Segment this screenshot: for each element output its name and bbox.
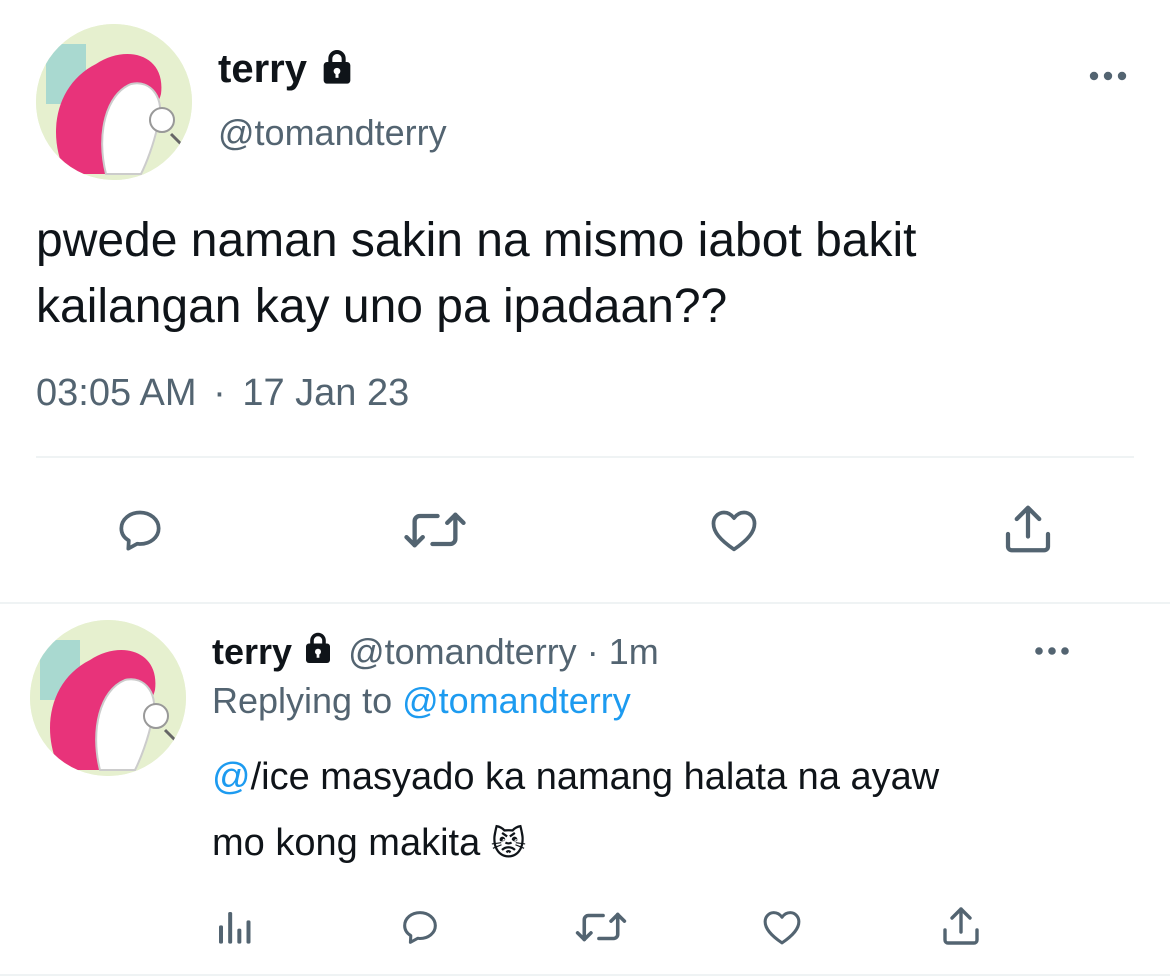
reply-button[interactable]: [108, 500, 172, 560]
lock-icon: [317, 47, 357, 92]
reply-text-line: @/ice masyado ka namang halata na ayaw: [212, 744, 939, 810]
reply-icon: [403, 911, 437, 944]
share-icon: [1005, 505, 1051, 553]
avatar[interactable]: [36, 24, 192, 180]
display-name[interactable]: terry: [212, 631, 292, 673]
bottom-divider: [0, 974, 1170, 976]
retweet-button[interactable]: [572, 904, 630, 950]
tweet-text-line: pwede naman sakin na mismo iabot bakit: [36, 214, 917, 267]
tweet-text-line: kailangan kay uno pa ipadaan??: [36, 280, 728, 333]
reply-text: @/ice masyado ka namang halata na ayaw m…: [212, 744, 939, 877]
reply-button[interactable]: [394, 904, 446, 950]
divider: [36, 456, 1134, 458]
display-name-row: terry: [218, 44, 357, 94]
share-button[interactable]: [996, 498, 1060, 560]
tweet-text: pwede naman sakin na mismo iabot bakit k…: [36, 208, 916, 340]
lock-icon: [300, 630, 336, 675]
replying-to-handle[interactable]: @tomandterry: [402, 680, 631, 721]
retweet-icon: [404, 512, 466, 548]
retweet-icon: [575, 912, 627, 942]
share-button[interactable]: [936, 902, 986, 950]
like-button[interactable]: [756, 904, 808, 950]
share-icon: [943, 907, 979, 945]
avatar[interactable]: [30, 620, 186, 776]
avatar-image: [30, 620, 186, 776]
avatar-image: [36, 24, 192, 180]
retweet-button[interactable]: [400, 500, 470, 560]
more-icon[interactable]: [1030, 640, 1074, 662]
section-divider: [0, 602, 1170, 604]
reply-header: terry @tomandterry · 1m: [212, 628, 659, 676]
like-icon: [711, 510, 757, 552]
tweet-time[interactable]: 03:05 AM: [36, 372, 197, 414]
analytics-button[interactable]: [212, 904, 256, 950]
timestamp-row: 03:05 AM · 17 Jan 23: [36, 372, 409, 415]
mention-link[interactable]: @: [212, 756, 251, 798]
reply-text-segment: /ice masyado ka namang halata na ayaw: [250, 756, 940, 798]
like-button[interactable]: [702, 500, 766, 560]
handle[interactable]: @tomandterry: [348, 631, 577, 673]
tweet-date[interactable]: 17 Jan 23: [242, 372, 409, 414]
separator: ·: [586, 631, 599, 672]
reply-icon: [119, 510, 161, 551]
replying-to: Replying to @tomandterry: [212, 680, 631, 722]
reply-text-segment: mo kong makita: [212, 822, 481, 864]
replying-to-label: Replying to: [212, 680, 393, 721]
reply-text-line: mo kong makita 😾: [212, 810, 939, 877]
like-icon: [763, 911, 801, 945]
separator: ·: [213, 372, 226, 414]
more-icon[interactable]: [1084, 64, 1132, 88]
display-name[interactable]: terry: [218, 47, 307, 92]
tweet-age[interactable]: 1m: [609, 631, 659, 673]
analytics-icon: [219, 912, 251, 944]
pouting-cat-emoji: 😾: [490, 825, 527, 863]
handle[interactable]: @tomandterry: [218, 112, 447, 154]
